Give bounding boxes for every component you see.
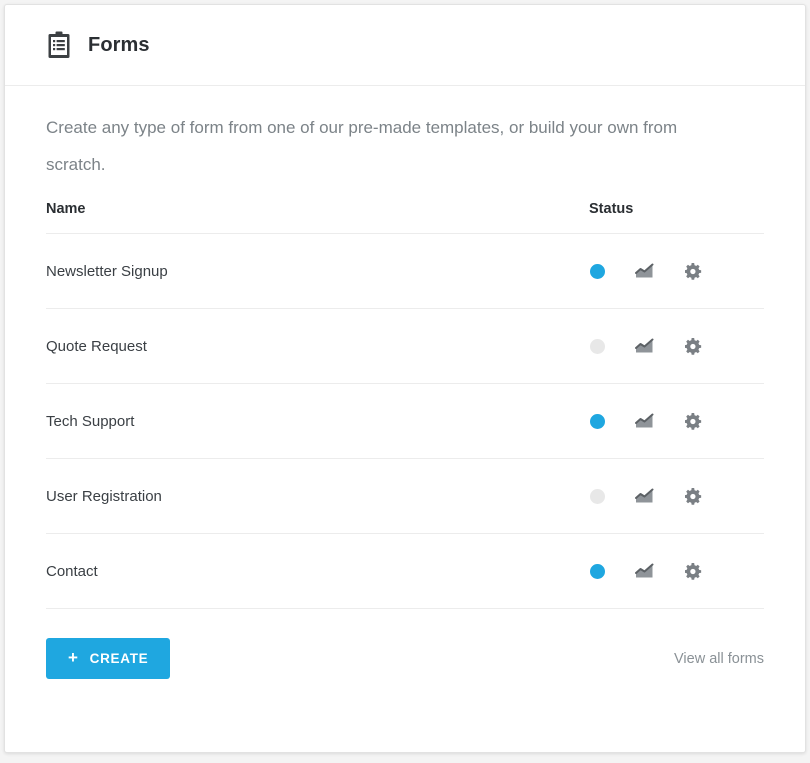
column-header-status: Status [589,187,764,234]
page-background: Forms Create any type of form from one o… [0,0,810,763]
intro-text: Create any type of form from one of our … [46,118,678,174]
table-row[interactable]: Newsletter Signup [46,233,764,309]
chart-icon[interactable] [634,261,654,281]
form-name-cell: User Registration [46,458,589,534]
card-body: Create any type of form from one of our … [5,86,805,609]
create-button[interactable]: + CREATE [46,638,171,679]
gear-icon[interactable] [683,561,703,581]
chart-icon[interactable] [634,411,654,431]
create-button-label: CREATE [89,651,149,666]
page-title: Forms [88,33,150,56]
forms-card: Forms Create any type of form from one o… [4,4,806,753]
plus-icon: + [68,648,79,667]
gear-icon[interactable] [683,336,703,356]
table-body: Newsletter Signup Quote Request Tech Sup… [46,233,764,609]
form-name-cell: Newsletter Signup [46,233,589,309]
chart-icon[interactable] [634,486,654,506]
column-header-name: Name [46,187,589,234]
form-actions-cell [589,383,764,459]
card-footer: + CREATE View all forms [5,609,805,679]
form-actions-cell [589,458,764,534]
gear-icon[interactable] [683,486,703,506]
table-row[interactable]: Quote Request [46,308,764,384]
card-header: Forms [5,5,805,86]
chart-icon[interactable] [634,336,654,356]
form-name-cell: Tech Support [46,383,589,459]
gear-icon[interactable] [683,261,703,281]
view-all-forms-link[interactable]: View all forms [674,651,764,667]
table-row[interactable]: User Registration [46,458,764,534]
gear-icon[interactable] [683,411,703,431]
status-badge[interactable] [590,338,605,354]
table-row[interactable]: Contact [46,533,764,609]
status-badge[interactable] [590,488,605,504]
clipboard-list-icon [46,30,72,60]
form-actions-cell [589,233,764,309]
table-row[interactable]: Tech Support [46,383,764,459]
status-badge[interactable] [590,263,605,279]
status-badge[interactable] [590,413,605,429]
form-actions-cell [589,533,764,609]
table-header-row: Name Status [46,187,764,234]
forms-table: Name Status Newsletter Signup Quote Requ… [46,187,764,609]
table-head: Name Status [46,187,764,234]
form-actions-cell [589,308,764,384]
status-badge[interactable] [590,563,605,579]
form-name-cell: Contact [46,533,589,609]
chart-icon[interactable] [634,561,654,581]
form-name-cell: Quote Request [46,308,589,384]
